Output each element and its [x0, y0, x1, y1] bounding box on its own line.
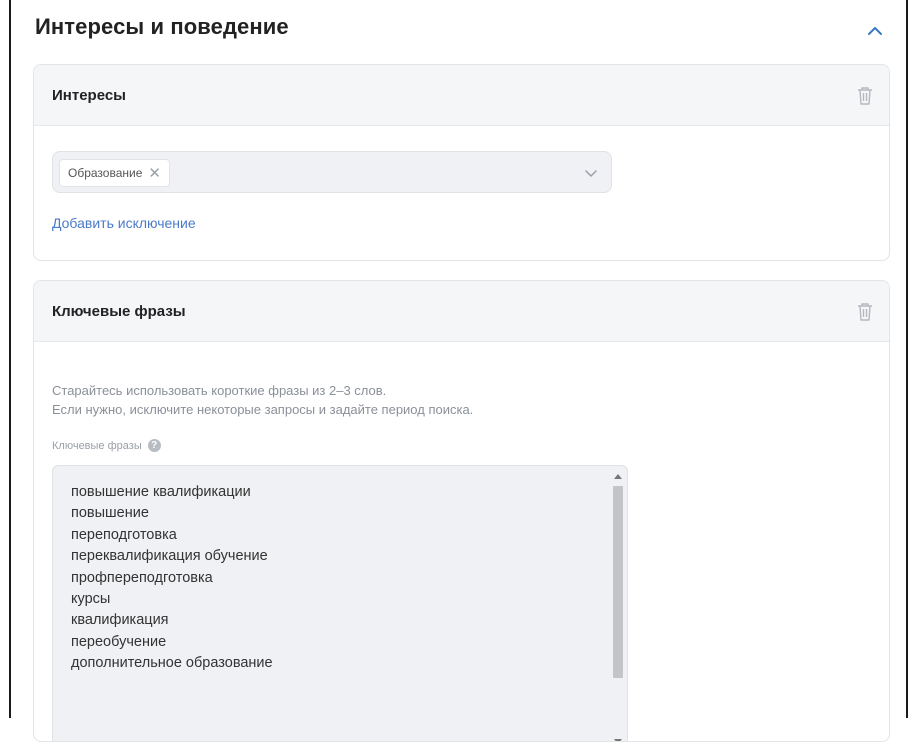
question-icon[interactable]: ? [147, 439, 161, 452]
keywords-field-label-text: Ключевые фразы [52, 439, 142, 452]
keyword-phrase: переквалификация обучение [71, 548, 268, 565]
interests-select[interactable]: Образование ✕ [52, 151, 612, 193]
keywords-card-header: Ключевые фразы [34, 281, 889, 342]
keyword-phrase: переобучение [71, 633, 167, 650]
keywords-hint: Старайтесь использовать короткие фразы и… [52, 381, 473, 419]
scroll-up-arrow-icon[interactable] [614, 474, 622, 479]
keyword-phrase: курсы [71, 591, 111, 608]
section-title: Интересы и поведение [35, 14, 289, 39]
keywords-card: Ключевые фразы Старайтесь использовать к… [33, 280, 890, 742]
keywords-field-label: Ключевые фразы ? [52, 439, 161, 452]
interests-card-header: Интересы [34, 65, 889, 126]
collapse-button[interactable] [864, 20, 886, 42]
page-frame: Интересы и поведение Интересы Образовани… [9, 0, 908, 742]
interest-tag: Образование ✕ [59, 159, 170, 187]
keywords-textarea[interactable]: повышение квалификации повышение перепод… [52, 465, 628, 741]
keyword-phrase: дополнительное образование [71, 655, 273, 672]
scrollbar-thumb[interactable] [613, 486, 623, 678]
chevron-down-icon [585, 170, 597, 177]
keyword-phrase: повышение [71, 505, 149, 522]
interests-card: Интересы Образование ✕ Добавить исключен… [33, 64, 890, 261]
keyword-phrase: повышение квалификации [71, 484, 251, 500]
trash-icon [858, 303, 872, 321]
keyword-phrase: профпереподготовка [71, 569, 213, 586]
keyword-phrase: квалификация [71, 612, 169, 629]
add-exclusion-link[interactable]: Добавить исключение [52, 215, 196, 231]
chevron-up-icon [868, 27, 882, 35]
keywords-hint-line-2: Если нужно, исключите некоторые запросы … [52, 402, 474, 417]
interest-tag-label: Образование [68, 166, 143, 180]
section-header: Интересы и поведение [35, 14, 886, 46]
keywords-title: Ключевые фразы [52, 303, 186, 320]
keyword-phrase: переподготовка [71, 526, 177, 543]
close-icon[interactable]: ✕ [148, 166, 161, 181]
trash-icon [858, 87, 872, 105]
keywords-hint-line-1: Старайтесь использовать короткие фразы и… [52, 383, 387, 398]
keywords-phrase-list: повышение квалификации повышение перепод… [71, 482, 273, 675]
delete-interests-button[interactable] [855, 85, 875, 107]
keywords-scrollbar[interactable] [611, 468, 625, 741]
interests-title: Интересы [52, 87, 126, 104]
delete-keywords-button[interactable] [855, 301, 875, 323]
